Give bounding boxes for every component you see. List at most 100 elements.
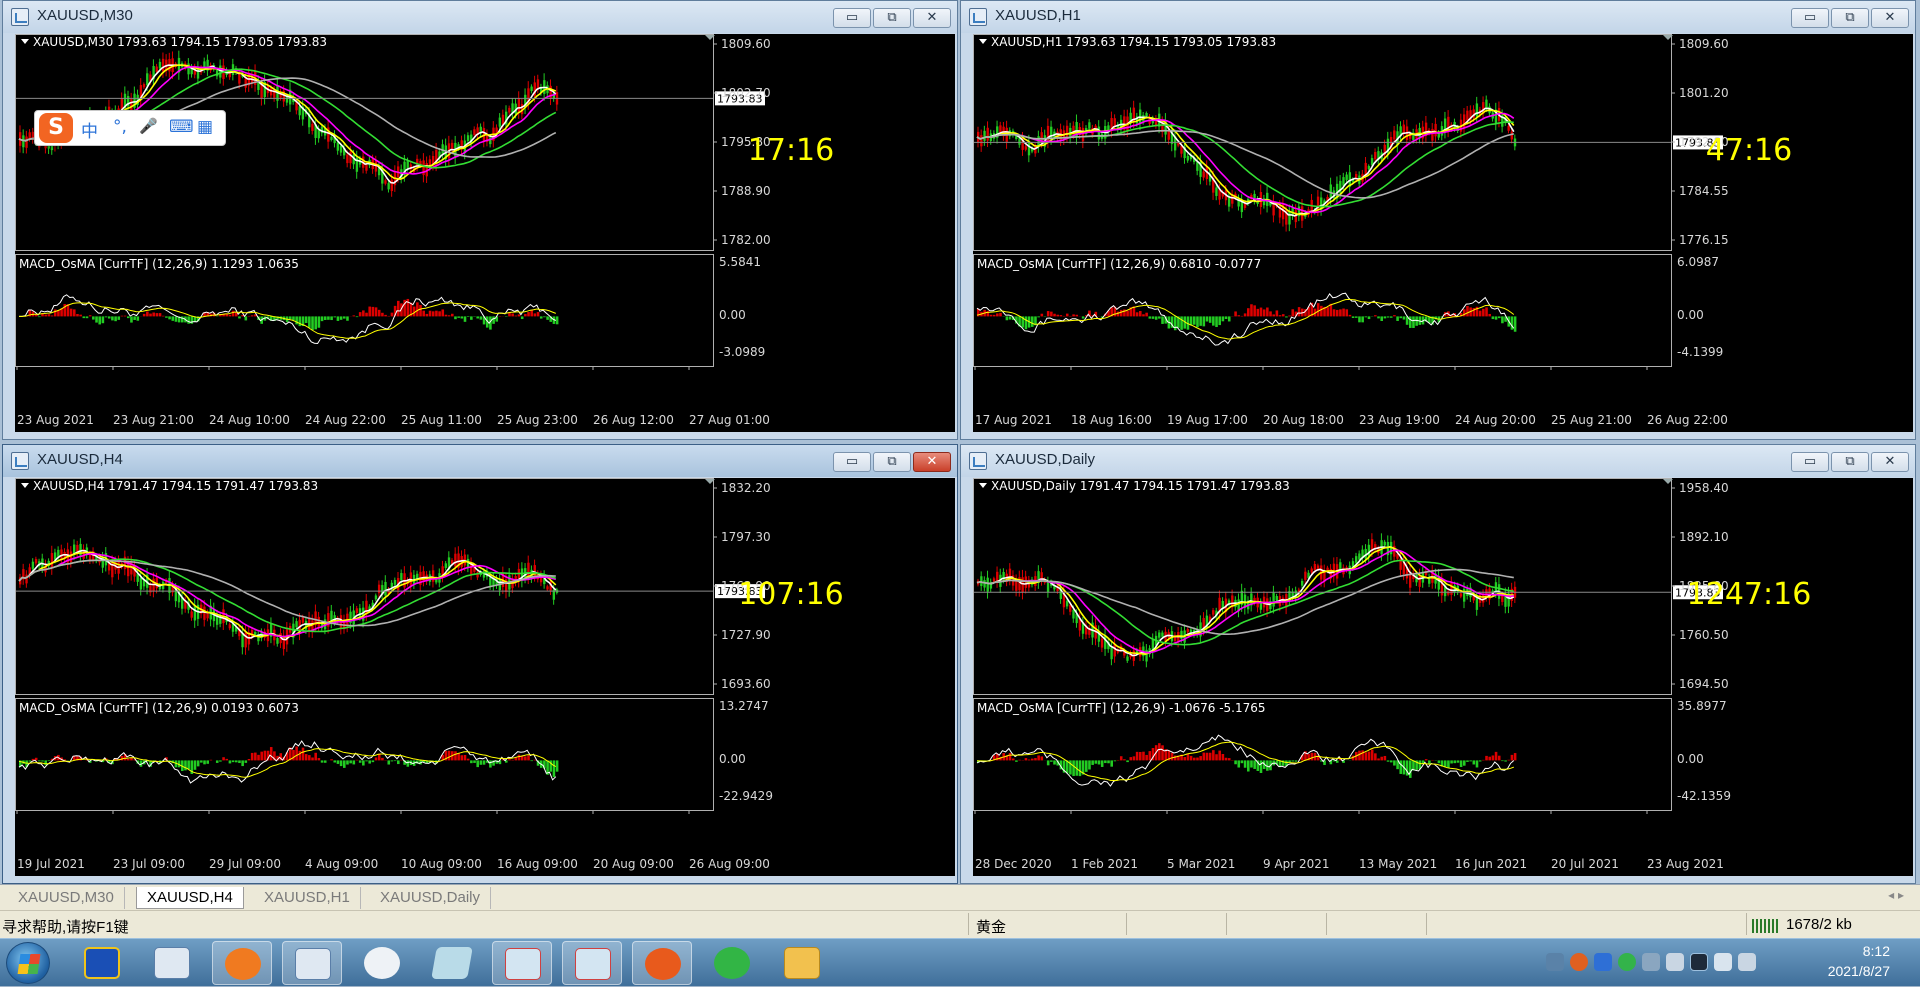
close-button[interactable]: ✕ — [913, 8, 951, 28]
restore-button[interactable]: ⧉ — [1831, 8, 1869, 28]
macd-histogram-bar — [203, 760, 206, 764]
taskbar-mt4-terminal[interactable] — [142, 941, 202, 985]
macd-histogram-bar — [1390, 316, 1393, 317]
tray-mute-icon[interactable] — [1714, 953, 1732, 971]
chart-window-daily[interactable]: XAUUSD,Daily ▭ ⧉ ✕ 1793.831958.401892.10… — [960, 444, 1916, 884]
price-chart-svg[interactable]: 1793.831809.601802.701795.801788.901782.… — [15, 34, 955, 432]
macd-histogram-bar — [1355, 316, 1358, 317]
taskbar-mt4-dollar[interactable] — [72, 941, 132, 985]
window-title: XAUUSD,Daily — [995, 451, 1095, 468]
ime-toolbar[interactable]: S 中 °, 🎤 ⌨ ▦ — [34, 110, 226, 146]
macd-tick-label: 13.2747 — [719, 699, 769, 713]
taskbar-tool-1[interactable] — [492, 941, 552, 985]
price-chart-svg[interactable]: 1793.831809.601801.201792.801784.551776.… — [973, 34, 1913, 432]
taskbar-wechat[interactable] — [702, 941, 762, 985]
macd-histogram-bar — [1250, 304, 1253, 316]
clock-date[interactable]: 2021/8/27 — [1828, 963, 1890, 979]
microphone-icon[interactable]: 🎤 — [139, 117, 158, 135]
window-titlebar[interactable]: XAUUSD,H4 ▭ ⧉ ✕ — [3, 445, 957, 477]
tab-xauusd-h1[interactable]: XAUUSD,H1 — [254, 887, 361, 909]
price-chart-svg[interactable]: 1793.831832.201797.301762.901727.901693.… — [15, 478, 955, 876]
tray-wechat-icon[interactable] — [1618, 953, 1636, 971]
start-button[interactable] — [6, 942, 50, 984]
restore-button[interactable]: ⧉ — [1831, 452, 1869, 472]
taskbar-qq[interactable] — [352, 941, 412, 985]
macd-histogram-bar — [1015, 760, 1018, 761]
taskbar-notes[interactable] — [422, 941, 482, 985]
tray-shield-icon[interactable] — [1594, 953, 1612, 971]
candle-body — [378, 585, 380, 594]
macd-histogram-bar — [1253, 305, 1256, 316]
taskbar-ninja[interactable] — [632, 941, 692, 985]
tab-xauusd-h4[interactable]: XAUUSD,H4 — [136, 887, 244, 909]
close-button[interactable]: ✕ — [1871, 8, 1909, 28]
ime-punct-toggle[interactable]: °, — [113, 117, 127, 137]
macd-histogram-bar — [518, 755, 521, 761]
ime-lang-toggle[interactable]: 中 — [81, 117, 98, 142]
restore-button[interactable]: ⧉ — [873, 8, 911, 28]
macd-histogram-bar — [1514, 316, 1517, 331]
taskbar-browser[interactable] — [212, 941, 272, 985]
macd-histogram-bar — [1072, 760, 1075, 776]
candle-body — [1114, 118, 1116, 126]
chart-area[interactable]: 1793.831832.201797.301762.901727.901693.… — [15, 478, 955, 876]
candle-body — [1358, 554, 1360, 560]
minimize-button[interactable]: ▭ — [1791, 452, 1829, 472]
folder-icon — [784, 947, 820, 979]
macd-histogram-bar — [1377, 758, 1380, 760]
macd-histogram-bar — [381, 313, 384, 317]
price-chart-svg[interactable]: 1793.831958.401892.101825.801760.501694.… — [973, 478, 1913, 876]
minimize-button[interactable]: ▭ — [833, 8, 871, 28]
chart-area[interactable]: 1793.831958.401892.101825.801760.501694.… — [973, 478, 1913, 876]
candle-body — [1050, 127, 1052, 139]
candle-body — [432, 570, 434, 581]
macd-histogram-bar — [375, 307, 378, 316]
chart-window-h4[interactable]: XAUUSD,H4 ▭ ⧉ ✕ 1793.831832.201797.30176… — [2, 444, 958, 884]
macd-histogram-bar — [127, 759, 130, 760]
macd-histogram-bar — [51, 315, 54, 316]
apps-grid-icon[interactable]: ▦ — [197, 117, 213, 137]
macd-histogram-bar — [1349, 315, 1352, 317]
chart-area[interactable]: 1793.831809.601801.201792.801784.551776.… — [973, 34, 1913, 432]
macd-histogram-bar — [489, 760, 492, 767]
tray-signal-icon[interactable] — [1738, 953, 1756, 971]
tray-display-icon[interactable] — [1690, 953, 1708, 971]
time-axis-label: 9 Apr 2021 — [1263, 857, 1330, 871]
tray-pen-icon[interactable] — [1642, 953, 1660, 971]
macd-histogram-bar — [1495, 752, 1498, 761]
restore-button[interactable]: ⧉ — [873, 452, 911, 472]
clock-time[interactable]: 8:12 — [1863, 943, 1890, 959]
tray-volume-icon[interactable] — [1666, 953, 1684, 971]
minimize-button[interactable]: ▭ — [833, 452, 871, 472]
macd-histogram-bar — [1365, 316, 1368, 317]
tray-app-icon[interactable] — [1570, 953, 1588, 971]
window-titlebar[interactable]: XAUUSD,M30 ▭ ⧉ ✕ — [3, 1, 957, 33]
tray-network-icon[interactable] — [1546, 953, 1564, 971]
macd-histogram-bar — [1244, 313, 1247, 316]
minimize-button[interactable]: ▭ — [1791, 8, 1829, 28]
chart-window-h1[interactable]: XAUUSD,H1 ▭ ⧉ ✕ 1793.831809.601801.20179… — [960, 0, 1916, 440]
window-titlebar[interactable]: XAUUSD,Daily ▭ ⧉ ✕ — [961, 445, 1915, 477]
chart-window-m30[interactable]: XAUUSD,M30 ▭ ⧉ ✕ 1793.831809.601802.7017… — [2, 0, 958, 440]
macd-histogram-bar — [1393, 315, 1396, 316]
window-titlebar[interactable]: XAUUSD,H1 ▭ ⧉ ✕ — [961, 1, 1915, 33]
sogou-logo-icon[interactable]: S — [39, 113, 73, 143]
macd-histogram-bar — [1403, 316, 1406, 319]
taskbar-mt4-active[interactable] — [282, 941, 342, 985]
taskbar-explorer[interactable] — [772, 941, 832, 985]
macd-histogram-bar — [1025, 316, 1028, 329]
macd-histogram-bar — [1107, 760, 1110, 763]
macd-tick-label: -4.1399 — [1677, 345, 1723, 359]
tab-xauusd-daily[interactable]: XAUUSD,Daily — [370, 887, 491, 909]
chart-area[interactable]: 1793.831809.601802.701795.801788.901782.… — [15, 34, 955, 432]
tab-xauusd-m30[interactable]: XAUUSD,M30 — [8, 887, 125, 909]
macd-histogram-bar — [1453, 760, 1456, 763]
close-button[interactable]: ✕ — [1871, 452, 1909, 472]
keyboard-icon[interactable]: ⌨ — [169, 117, 194, 137]
macd-histogram-bar — [464, 755, 467, 760]
macd-histogram-bar — [524, 756, 527, 760]
tab-scroll-arrows-icon[interactable]: ◂ ▸ — [1888, 888, 1904, 902]
taskbar-tool-2[interactable] — [562, 941, 622, 985]
macd-histogram-bar — [318, 316, 321, 327]
close-button[interactable]: ✕ — [913, 452, 951, 472]
